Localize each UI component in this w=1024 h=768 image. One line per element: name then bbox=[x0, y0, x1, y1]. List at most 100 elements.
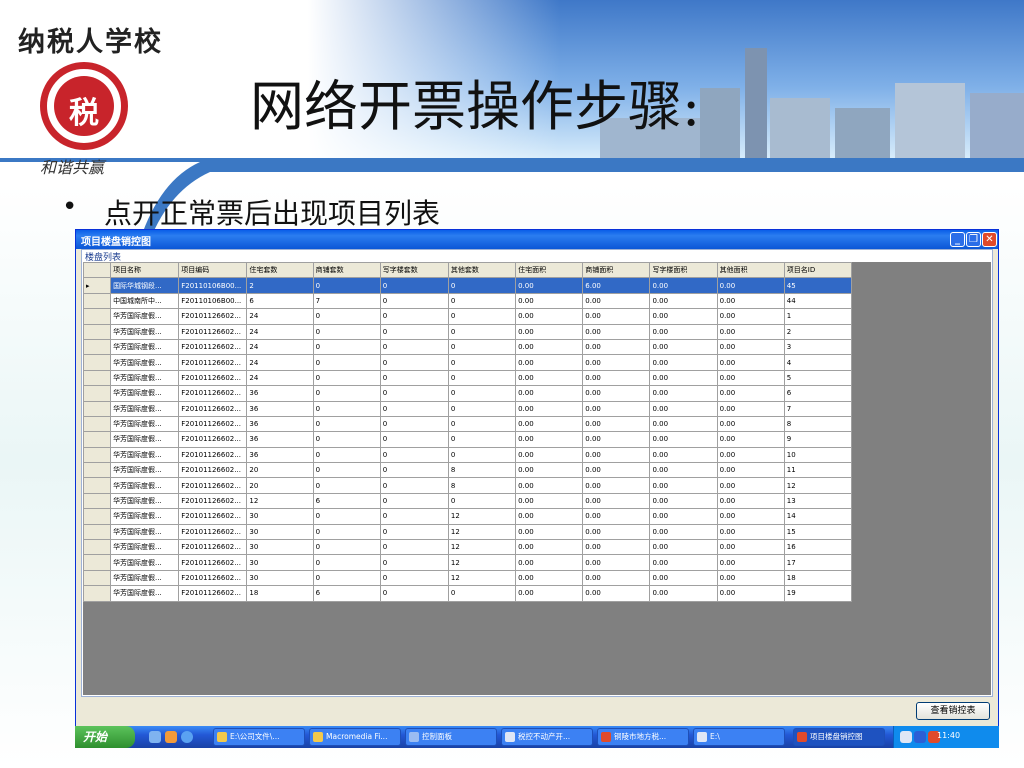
table-cell[interactable]: 0.00 bbox=[716, 338, 785, 356]
table-cell[interactable]: 0 bbox=[312, 446, 381, 464]
table-cell[interactable]: F20101126602... bbox=[178, 431, 248, 448]
table-cell[interactable]: 0 bbox=[312, 277, 381, 294]
table-cell[interactable]: 0.00 bbox=[582, 554, 651, 571]
table-cell[interactable]: 7 bbox=[783, 400, 853, 417]
table-cell[interactable]: 0 bbox=[312, 462, 381, 479]
table-cell[interactable]: 0 bbox=[312, 415, 381, 433]
row-selector[interactable] bbox=[82, 338, 112, 356]
taskbar-button[interactable]: Macromedia Fi... bbox=[309, 728, 401, 746]
row-selector[interactable] bbox=[82, 431, 112, 448]
row-selector[interactable] bbox=[82, 354, 112, 371]
table-cell[interactable]: 8 bbox=[447, 462, 517, 479]
table-cell[interactable]: 0.00 bbox=[716, 308, 785, 325]
table-cell[interactable]: 0.00 bbox=[649, 492, 718, 510]
table-cell[interactable]: F20101126602... bbox=[178, 585, 248, 602]
taskbar-button[interactable]: 控制面板 bbox=[405, 728, 497, 746]
table-cell[interactable]: 0.00 bbox=[716, 431, 785, 448]
table-cell[interactable]: 0 bbox=[447, 385, 517, 402]
table-cell[interactable]: 0 bbox=[379, 477, 449, 494]
table-cell[interactable]: 0.00 bbox=[515, 569, 584, 587]
table-cell[interactable]: 0.00 bbox=[582, 446, 651, 464]
table-cell[interactable]: 0 bbox=[379, 492, 449, 510]
table-cell[interactable]: 3 bbox=[783, 338, 853, 356]
table-cell[interactable]: 0.00 bbox=[582, 338, 651, 356]
table-cell[interactable]: 0.00 bbox=[649, 338, 718, 356]
table-cell[interactable]: 0 bbox=[312, 569, 381, 587]
table-cell[interactable]: 0 bbox=[447, 492, 517, 510]
table-cell[interactable]: F20101126602... bbox=[178, 415, 248, 433]
table-cell[interactable]: F20101126602... bbox=[178, 462, 248, 479]
table-cell[interactable]: 华芳国际度假... bbox=[110, 400, 180, 417]
table-cell[interactable]: 0 bbox=[312, 323, 381, 340]
table-cell[interactable]: 0 bbox=[447, 415, 517, 433]
table-cell[interactable]: 华芳国际度假... bbox=[110, 354, 180, 371]
table-row[interactable]: 华芳国际度假... F20101126602... 36 0 0 0 0.00 0.00 0.0… bbox=[82, 400, 853, 417]
table-row[interactable]: 华芳国际度假... F20101126602... 30 0 0 12 0.00 0.00 0.… bbox=[82, 539, 853, 556]
table-cell[interactable]: 华芳国际度假... bbox=[110, 415, 180, 433]
table-cell[interactable]: 0 bbox=[312, 354, 381, 371]
view-sales-table-button[interactable]: 查看销控表 bbox=[916, 702, 990, 720]
table-cell[interactable]: 0.00 bbox=[515, 338, 584, 356]
table-cell[interactable]: 华芳国际度假... bbox=[110, 539, 180, 556]
table-row[interactable]: 华芳国际度假... F20101126602... 24 0 0 0 0.00 0.00 0.0… bbox=[82, 338, 853, 356]
table-cell[interactable]: 0 bbox=[447, 369, 517, 387]
table-cell[interactable]: 0 bbox=[312, 431, 381, 448]
table-cell[interactable]: 0.00 bbox=[515, 554, 584, 571]
table-cell[interactable]: 0.00 bbox=[649, 277, 718, 294]
table-cell[interactable]: 华芳国际度假... bbox=[110, 569, 180, 587]
taskbar-button[interactable]: 铜陵市地方税... bbox=[597, 728, 689, 746]
table-cell[interactable]: 0 bbox=[379, 354, 449, 371]
table-cell[interactable]: 6 bbox=[246, 292, 314, 310]
table-cell[interactable]: F20101126602... bbox=[178, 385, 248, 402]
table-cell[interactable]: 0.00 bbox=[582, 323, 651, 340]
table-cell[interactable]: 华芳国际度假... bbox=[110, 508, 180, 525]
table-cell[interactable]: F20101126602... bbox=[178, 523, 248, 541]
table-cell[interactable]: 0 bbox=[312, 508, 381, 525]
table-row[interactable]: 华芳国际度假... F20101126602... 20 0 0 8 0.00 0.00 0.0… bbox=[82, 462, 853, 479]
column-header[interactable]: 住宅套数 bbox=[246, 261, 314, 279]
table-cell[interactable]: 0 bbox=[379, 369, 449, 387]
table-cell[interactable]: F20110106B00... bbox=[178, 292, 248, 310]
table-cell[interactable]: 0.00 bbox=[515, 369, 584, 387]
table-cell[interactable]: 0 bbox=[379, 569, 449, 587]
table-cell[interactable]: 0 bbox=[312, 523, 381, 541]
column-header[interactable]: 项目编码 bbox=[178, 261, 248, 279]
row-selector[interactable] bbox=[82, 462, 112, 479]
table-cell[interactable]: 20 bbox=[246, 477, 314, 494]
table-row[interactable]: 中国城南所中... F20110106B00... 6 7 0 0 0.00 0.00 0.00… bbox=[82, 292, 853, 310]
table-cell[interactable]: 0 bbox=[312, 400, 381, 417]
table-cell[interactable]: 0.00 bbox=[582, 415, 651, 433]
table-cell[interactable]: F20101126602... bbox=[178, 477, 248, 494]
column-header[interactable]: 商铺面积 bbox=[582, 261, 651, 279]
column-header[interactable]: 写字楼套数 bbox=[379, 261, 449, 279]
table-cell[interactable]: 0.00 bbox=[582, 539, 651, 556]
table-cell[interactable]: 5 bbox=[783, 369, 853, 387]
table-cell[interactable]: 0.00 bbox=[716, 492, 785, 510]
table-cell[interactable]: 0.00 bbox=[515, 539, 584, 556]
table-cell[interactable]: 0.00 bbox=[515, 385, 584, 402]
table-cell[interactable]: 0.00 bbox=[716, 569, 785, 587]
table-cell[interactable]: 0.00 bbox=[515, 446, 584, 464]
row-selector[interactable] bbox=[82, 477, 112, 494]
table-row[interactable]: 华芳国际度假... F20101126602... 36 0 0 0 0.00 0.00 0.0… bbox=[82, 415, 853, 433]
table-cell[interactable]: 0 bbox=[312, 539, 381, 556]
table-cell[interactable]: 15 bbox=[783, 523, 853, 541]
table-cell[interactable]: 0.00 bbox=[716, 385, 785, 402]
table-row[interactable]: 华芳国际度假... F20101126602... 30 0 0 12 0.00 0.00 0.… bbox=[82, 523, 853, 541]
table-cell[interactable]: 0.00 bbox=[649, 569, 718, 587]
table-cell[interactable]: 12 bbox=[447, 523, 517, 541]
table-cell[interactable]: 0.00 bbox=[649, 446, 718, 464]
table-cell[interactable]: 0.00 bbox=[515, 354, 584, 371]
row-selector[interactable] bbox=[82, 400, 112, 417]
table-cell[interactable]: 0 bbox=[312, 385, 381, 402]
table-cell[interactable]: 11 bbox=[783, 462, 853, 479]
table-cell[interactable]: 8 bbox=[447, 477, 517, 494]
taskbar-button[interactable]: E:\公司文件\... bbox=[213, 728, 305, 746]
table-cell[interactable]: 0.00 bbox=[515, 431, 584, 448]
table-cell[interactable]: 0 bbox=[447, 431, 517, 448]
tray-icon[interactable] bbox=[900, 731, 912, 743]
table-cell[interactable]: 0.00 bbox=[515, 308, 584, 325]
table-cell[interactable]: F20101126602... bbox=[178, 554, 248, 571]
maximize-button[interactable]: ❐ bbox=[966, 232, 981, 247]
table-cell[interactable]: 0.00 bbox=[716, 462, 785, 479]
